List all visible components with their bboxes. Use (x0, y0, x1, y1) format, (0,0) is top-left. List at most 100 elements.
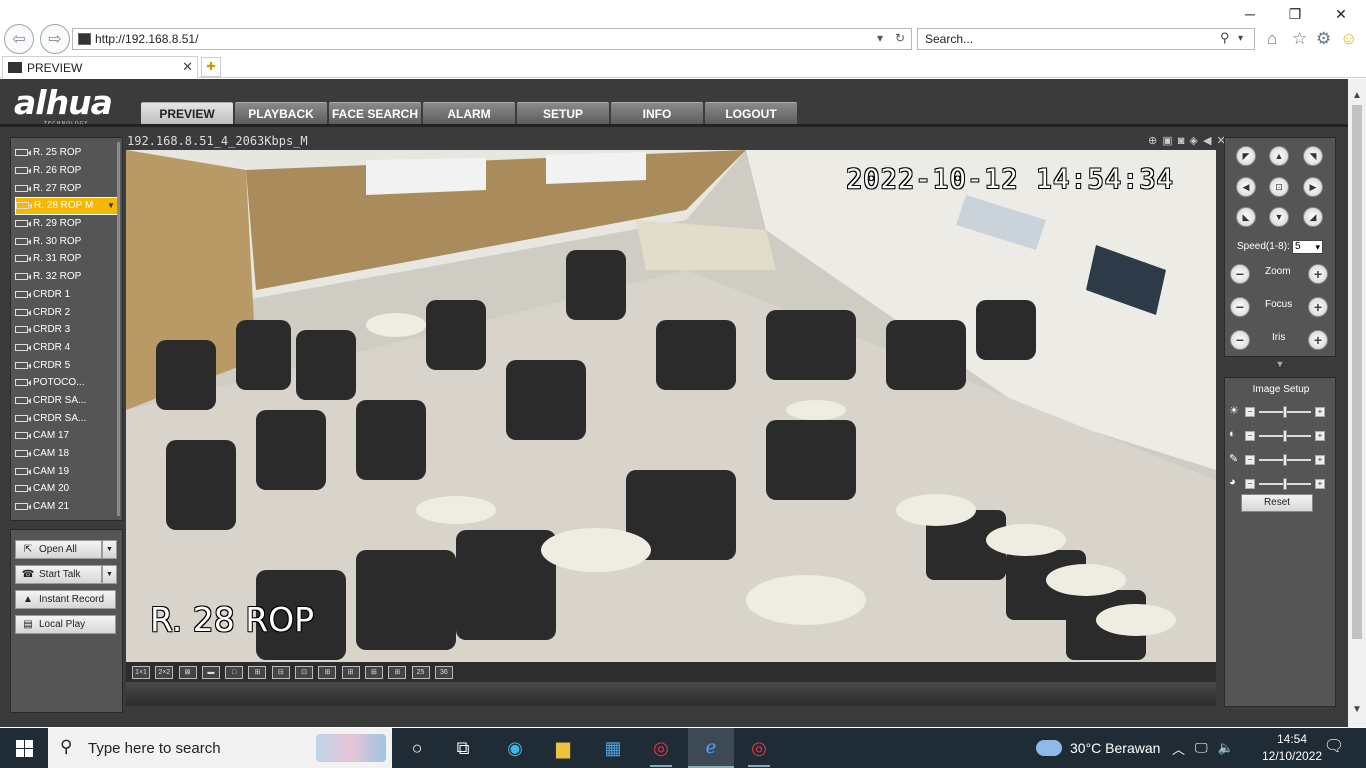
scroll-down-icon[interactable]: ▼ (1348, 701, 1366, 719)
scroll-thumb[interactable] (1352, 105, 1362, 639)
slider-thumb[interactable] (1283, 454, 1287, 466)
layout-button[interactable]: ⊞ (341, 665, 360, 679)
channel-item[interactable]: R. 25 ROP (15, 144, 118, 162)
layout-button[interactable]: ⊞ (364, 665, 383, 679)
layout-button[interactable]: ▬ (201, 665, 220, 679)
channel-scrollbar[interactable] (117, 142, 120, 516)
channel-stream-dropdown-icon[interactable]: ▼ (105, 201, 117, 211)
layout-button[interactable]: 1×1 (132, 665, 150, 679)
iris-plus-button[interactable]: + (1308, 330, 1328, 350)
speed-select[interactable]: 5 (1292, 240, 1323, 254)
back-button[interactable]: ⇦ (4, 24, 34, 54)
store-icon[interactable]: ▦ (590, 728, 636, 768)
slider-minus-button[interactable]: − (1245, 407, 1255, 417)
layout-button[interactable]: ⊠ (178, 665, 197, 679)
channel-item[interactable]: CAM 20 (15, 480, 118, 498)
channel-item[interactable]: CRDR 1 (15, 286, 118, 304)
channel-item[interactable]: CAM 17 (15, 427, 118, 445)
new-tab-icon[interactable]: ✚ (201, 57, 221, 77)
iris-minus-button[interactable]: − (1230, 330, 1250, 350)
ptz-right-icon[interactable]: ▶ (1303, 177, 1323, 197)
taskbar-search[interactable]: ⚲ Type here to search (48, 728, 392, 768)
menu-tab-logout[interactable]: LOGOUT (705, 102, 797, 124)
dropdown-icon[interactable]: ▾ (877, 31, 883, 45)
layout-button[interactable]: 36 (434, 665, 453, 679)
menu-tab-setup[interactable]: SETUP (517, 102, 609, 124)
zoom-plus-button[interactable]: + (1308, 264, 1328, 284)
channel-item[interactable]: R. 32 ROP (15, 268, 118, 286)
layout-button[interactable]: ⊟ (271, 665, 290, 679)
chrome-icon[interactable]: ◎ (638, 728, 684, 768)
focus-plus-button[interactable]: + (1308, 297, 1328, 317)
task-view-icon[interactable]: ⧉ (440, 728, 486, 768)
channel-item[interactable]: CAM 19 (15, 462, 118, 480)
volume-icon[interactable]: 🔈 (1218, 740, 1234, 756)
search-icon[interactable]: ⚲ (1220, 30, 1230, 46)
slider-plus-button[interactable]: + (1315, 455, 1325, 465)
channel-item[interactable]: CAM 18 (15, 445, 118, 463)
channel-item[interactable]: CRDR 4 (15, 339, 118, 357)
weather-widget[interactable]: 30°C Berawan (1036, 728, 1160, 768)
layout-button[interactable]: □ (225, 665, 244, 679)
slider-thumb[interactable] (1283, 478, 1287, 490)
video-toolbar-icons[interactable]: ⊕ ▣ ◙ ◈ ◀ ✕ (1148, 134, 1227, 147)
reset-button[interactable]: Reset (1241, 494, 1313, 512)
slider-minus-button[interactable]: − (1245, 455, 1255, 465)
slider-minus-button[interactable]: − (1245, 431, 1255, 441)
channel-item[interactable]: CRDR 2 (15, 303, 118, 321)
open-all-button[interactable]: ⇱ Open All ▼ (15, 540, 117, 559)
slider-plus-button[interactable]: + (1315, 479, 1325, 489)
menu-tab-info[interactable]: INFO (611, 102, 703, 124)
start-talk-dropdown-icon[interactable]: ▼ (102, 565, 117, 584)
minimize-icon[interactable]: ─ (1240, 6, 1260, 22)
ptz-up-right-icon[interactable]: ◥ (1303, 146, 1323, 166)
channel-item[interactable]: CAM 21 (15, 498, 118, 516)
cortana-icon[interactable]: ○ (394, 728, 440, 768)
channel-item[interactable]: R. 28 ROP M ▼ (15, 197, 118, 215)
start-talk-button[interactable]: ☎ Start Talk ▼ (15, 565, 117, 584)
ptz-down-left-icon[interactable]: ◣ (1236, 207, 1256, 227)
ptz-down-right-icon[interactable]: ◢ (1303, 207, 1323, 227)
ptz-up-left-icon[interactable]: ◤ (1236, 146, 1256, 166)
feedback-smiley-icon[interactable]: ☺ (1340, 29, 1357, 49)
tab-close-icon[interactable]: ✕ (182, 59, 193, 75)
channel-item[interactable]: R. 31 ROP (15, 250, 118, 268)
close-window-icon[interactable]: ✕ (1331, 6, 1351, 23)
slider-thumb[interactable] (1283, 430, 1287, 442)
channel-item[interactable]: CRDR SA... (15, 392, 118, 410)
menu-tab-alarm[interactable]: ALARM (423, 102, 515, 124)
ptz-center-icon[interactable]: ⊡ (1269, 177, 1289, 197)
search-box[interactable]: Search... ⚲ ▾ (917, 28, 1255, 50)
collapse-arrow-icon[interactable]: ▼ (1224, 359, 1336, 371)
tray-chevron-icon[interactable]: ︿ (1172, 739, 1185, 758)
slider-plus-button[interactable]: + (1315, 407, 1325, 417)
open-all-dropdown-icon[interactable]: ▼ (102, 540, 117, 559)
file-explorer-icon[interactable]: ▆ (540, 728, 586, 768)
menu-tab-preview[interactable]: PREVIEW (141, 102, 233, 124)
slider-minus-button[interactable]: − (1245, 479, 1255, 489)
focus-minus-button[interactable]: − (1230, 297, 1250, 317)
zoom-minus-button[interactable]: − (1230, 264, 1250, 284)
live-video-view[interactable]: 2022-10-12 14:54:34 R. 28 ROP (126, 150, 1216, 662)
channel-item[interactable]: CRDR 5 (15, 356, 118, 374)
address-bar[interactable]: http://192.168.8.51/ ▾ ↻ (72, 28, 912, 50)
channel-item[interactable]: R. 26 ROP (15, 162, 118, 180)
restore-icon[interactable]: ❐ (1285, 6, 1305, 23)
layout-button[interactable]: 25 (411, 665, 430, 679)
ptz-down-icon[interactable]: ▼ (1269, 207, 1289, 227)
network-icon[interactable]: 🖵 (1195, 740, 1208, 756)
home-icon[interactable]: ⌂ (1267, 29, 1277, 49)
favorites-star-icon[interactable]: ☆ (1292, 29, 1307, 49)
channel-item[interactable]: CRDR 3 (15, 321, 118, 339)
ptz-left-icon[interactable]: ◀ (1236, 177, 1256, 197)
refresh-icon[interactable]: ↻ (895, 31, 905, 45)
layout-button[interactable]: ⊡ (295, 665, 314, 679)
local-play-button[interactable]: ▤ Local Play (15, 615, 116, 634)
channel-item[interactable]: R. 30 ROP (15, 232, 118, 250)
page-scrollbar[interactable]: ▲ ▼ (1348, 79, 1366, 727)
layout-button[interactable]: 2×2 (155, 665, 174, 679)
channel-item[interactable]: R. 29 ROP (15, 215, 118, 233)
notification-icon[interactable]: 🗨 (1322, 736, 1346, 760)
menu-tab-face-search[interactable]: FACE SEARCH (329, 102, 421, 124)
tab-preview[interactable]: PREVIEW ✕ (2, 56, 198, 78)
